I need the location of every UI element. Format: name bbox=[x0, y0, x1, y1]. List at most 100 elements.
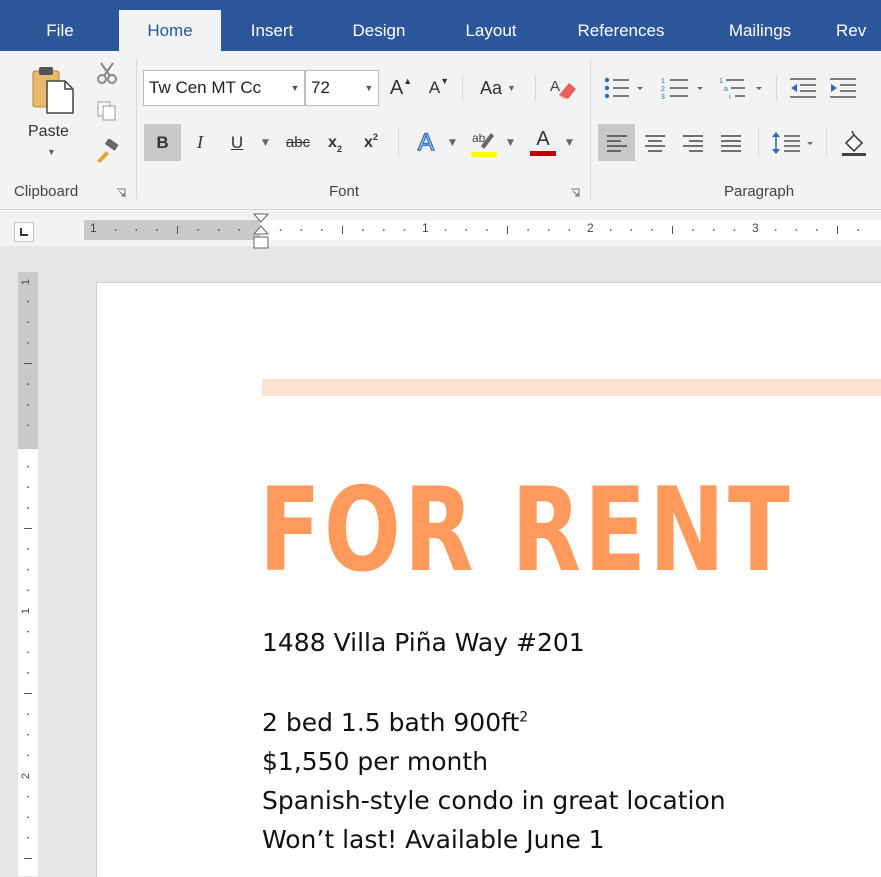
highlight-dropdown-icon[interactable]: ▼ bbox=[507, 138, 514, 148]
vertical-ruler[interactable]: 1 1 2 bbox=[18, 272, 38, 876]
format-painter-button[interactable] bbox=[92, 137, 122, 165]
highlight-button[interactable]: ab bbox=[466, 124, 502, 161]
document-page[interactable]: FOR RENT 1488 Villa Piña Way #201 2 bed … bbox=[96, 282, 881, 877]
underline-button[interactable]: U bbox=[222, 124, 252, 161]
ruler-tick bbox=[362, 229, 365, 231]
ruler-tick bbox=[27, 713, 29, 716]
font-color-button[interactable]: A bbox=[525, 124, 561, 161]
align-right-button[interactable] bbox=[677, 124, 709, 161]
text-effects-button[interactable]: A bbox=[408, 124, 444, 161]
strikethrough-button[interactable]: abc bbox=[280, 124, 316, 161]
ruler-tick bbox=[485, 229, 488, 231]
numbering-button[interactable]: 1 2 3 bbox=[658, 73, 708, 103]
left-tab-icon bbox=[20, 228, 28, 236]
italic-button[interactable]: I bbox=[185, 124, 215, 161]
tab-design[interactable]: Design bbox=[334, 10, 424, 51]
subscript-mark-icon: 2 bbox=[336, 143, 342, 154]
text-effects-dropdown-icon[interactable]: ▼ bbox=[449, 138, 456, 148]
font-name-dropdown-icon[interactable]: ▼ bbox=[289, 71, 301, 105]
font-size-combobox[interactable]: 72 ▼ bbox=[305, 70, 379, 106]
ruler-tick bbox=[733, 229, 736, 231]
multilevel-list-icon: 1 a i bbox=[719, 78, 762, 101]
paragraph-group-label: Paragraph bbox=[724, 183, 795, 200]
horizontal-ruler[interactable]: 1 1 2 3 bbox=[84, 220, 881, 240]
clear-formatting-button[interactable]: A bbox=[546, 73, 580, 103]
ruler-tick bbox=[547, 229, 550, 231]
separator bbox=[776, 75, 777, 101]
ruler-tick bbox=[568, 229, 571, 231]
tab-insert[interactable]: Insert bbox=[233, 10, 311, 51]
ruler-tick bbox=[217, 229, 220, 231]
font-group-label: Font bbox=[329, 183, 360, 200]
align-left-button[interactable] bbox=[598, 124, 635, 161]
indent-marker[interactable] bbox=[252, 212, 270, 252]
copy-button[interactable] bbox=[92, 97, 122, 125]
font-size-value: 72 bbox=[311, 78, 330, 97]
tab-file[interactable]: File bbox=[24, 10, 96, 51]
ruler-ticks bbox=[114, 226, 860, 234]
description-line[interactable]: Spanish-style condo in great location bbox=[262, 786, 726, 815]
font-launcher-icon[interactable] bbox=[570, 188, 580, 198]
clipboard-group-label: Clipboard bbox=[14, 183, 79, 200]
ruler-tick bbox=[27, 506, 29, 509]
align-right-icon bbox=[683, 134, 703, 152]
subscript-icon: x bbox=[328, 133, 337, 151]
beds-line[interactable]: 2 bed 1.5 bath 900ft2 bbox=[262, 708, 528, 737]
shrink-caret-icon: ▼ bbox=[440, 76, 450, 86]
vertical-ruler-number: 1 bbox=[20, 278, 33, 286]
change-case-button[interactable]: Aa ▼ bbox=[470, 73, 526, 103]
grow-font-button[interactable]: A ▲ bbox=[386, 73, 416, 103]
superscript-button[interactable]: x2 bbox=[356, 124, 386, 161]
headline-text[interactable]: FOR RENT bbox=[259, 466, 793, 596]
justify-button[interactable] bbox=[715, 124, 747, 161]
multilevel-list-button[interactable]: 1 a i bbox=[716, 73, 768, 103]
line-spacing-button[interactable] bbox=[768, 124, 818, 161]
ruler-tick bbox=[27, 568, 29, 571]
ruler-tick bbox=[27, 548, 29, 551]
shrink-font-button[interactable]: A ▼ bbox=[424, 73, 454, 103]
ruler-tick bbox=[27, 630, 29, 633]
bullets-button[interactable] bbox=[600, 73, 648, 103]
paste-button[interactable]: Paste ▼ bbox=[20, 61, 84, 157]
underline-dropdown-icon[interactable]: ▼ bbox=[262, 138, 269, 148]
svg-text:1: 1 bbox=[719, 78, 723, 85]
paint-bucket-icon bbox=[842, 130, 866, 156]
svg-text:i: i bbox=[729, 94, 731, 101]
increase-indent-button[interactable] bbox=[826, 73, 860, 103]
tab-mailings[interactable]: Mailings bbox=[706, 10, 814, 51]
decrease-indent-button[interactable] bbox=[786, 73, 820, 103]
tab-selector[interactable] bbox=[14, 222, 34, 242]
font-color-icon: A bbox=[536, 128, 550, 150]
font-name-combobox[interactable]: Tw Cen MT Cc ▼ bbox=[143, 70, 305, 106]
vertical-ruler-ticks bbox=[24, 300, 32, 859]
shading-button[interactable] bbox=[836, 124, 872, 161]
svg-text:1: 1 bbox=[661, 78, 665, 85]
copy-icon bbox=[97, 101, 116, 121]
ruler-tick bbox=[382, 229, 385, 231]
address-line[interactable]: 1488 Villa Piña Way #201 bbox=[262, 628, 585, 657]
tab-layout[interactable]: Layout bbox=[446, 10, 536, 51]
tab-references[interactable]: References bbox=[558, 10, 684, 51]
align-center-button[interactable] bbox=[639, 124, 671, 161]
font-color-dropdown-icon[interactable]: ▼ bbox=[566, 138, 573, 148]
clipboard-launcher-icon[interactable] bbox=[116, 188, 126, 198]
separator bbox=[535, 75, 536, 101]
decrease-indent-icon bbox=[790, 78, 816, 98]
availability-line[interactable]: Won’t last! Available June 1 bbox=[262, 825, 605, 854]
font-size-dropdown-icon[interactable]: ▼ bbox=[363, 71, 375, 105]
ruler-tick bbox=[465, 229, 468, 231]
tab-home[interactable]: Home bbox=[119, 10, 221, 51]
separator bbox=[398, 129, 399, 157]
price-line[interactable]: $1,550 per month bbox=[262, 747, 488, 776]
bullets-icon bbox=[604, 77, 643, 99]
ruler-tick bbox=[815, 229, 818, 231]
paste-dropdown-icon[interactable]: ▼ bbox=[47, 147, 56, 157]
change-case-dropdown-icon: ▼ bbox=[507, 83, 516, 93]
paste-icon bbox=[32, 67, 74, 114]
tab-review[interactable]: Rev bbox=[836, 10, 881, 51]
ruler-tick bbox=[238, 229, 241, 231]
subscript-button[interactable]: x2 bbox=[320, 124, 350, 161]
numbering-icon: 1 2 3 bbox=[661, 78, 703, 101]
cut-button[interactable] bbox=[92, 59, 122, 87]
bold-button[interactable]: B bbox=[144, 124, 181, 161]
